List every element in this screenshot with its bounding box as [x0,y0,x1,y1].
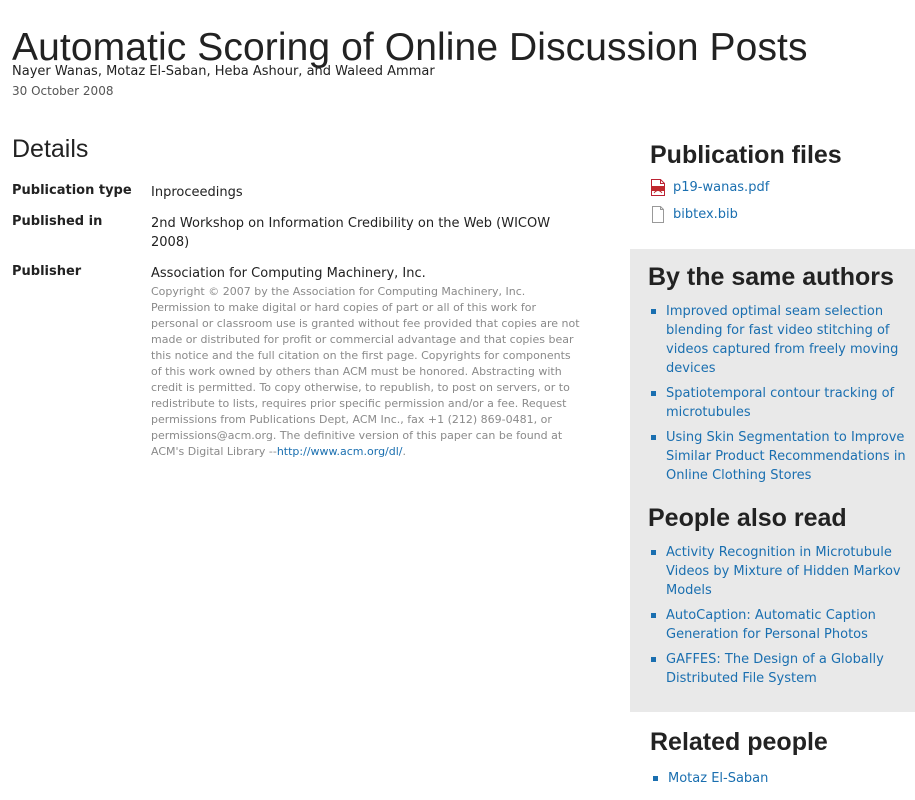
published-in-value: 2nd Workshop on Information Credibility … [151,216,551,250]
publication-files-heading: Publication files [650,141,842,169]
publisher-label: Publisher [12,264,82,279]
same-authors-list: Improved optimal seam selection blending… [648,302,910,485]
list-item[interactable]: Improved optimal seam selection blending… [648,302,910,378]
pdf-file-icon [650,179,666,196]
publication-date: 30 October 2008 [12,84,114,98]
related-people-heading: Related people [650,728,828,756]
list-item[interactable]: Motaz El-Saban [650,769,910,788]
publication-type-value: Inproceedings [151,185,243,200]
people-also-read-heading: People also read [648,504,847,532]
acm-dl-link[interactable]: http://www.acm.org/dl/ [277,445,403,458]
list-item[interactable]: Activity Recognition in Microtubule Vide… [648,543,910,600]
publication-type-label: Publication type [12,183,132,198]
document-file-icon [650,206,666,223]
details-heading: Details [12,135,89,163]
publisher-value-block: Association for Computing Machinery, Inc… [151,264,581,460]
file-item-pdf[interactable]: p19-wanas.pdf [650,178,910,197]
copyright-end: . [402,445,407,458]
list-item[interactable]: GAFFES: The Design of a Globally Distrib… [648,650,910,688]
copyright-text: Copyright © 2007 by the Association for … [151,285,580,458]
authors: Nayer Wanas, Motaz El-Saban, Heba Ashour… [12,64,435,79]
publisher-value: Association for Computing Machinery, Inc… [151,266,426,281]
people-also-read-list: Activity Recognition in Microtubule Vide… [648,543,910,688]
pdf-file-link[interactable]: p19-wanas.pdf [673,180,769,195]
list-item[interactable]: AutoCaption: Automatic Caption Generatio… [648,606,910,644]
sidebar-recommendations: By the same authors Improved optimal sea… [630,249,915,712]
list-item[interactable]: Spatiotemporal contour tracking of micro… [648,384,910,422]
publication-files: Publication files p19-wanas.pdf bibtex.b [650,141,910,224]
copyright-notice: Copyright © 2007 by the Association for … [151,284,581,460]
list-item[interactable]: Using Skin Segmentation to Improve Simil… [648,428,910,485]
same-authors-heading: By the same authors [648,263,894,291]
file-item-bib[interactable]: bibtex.bib [650,205,910,224]
published-in-label: Published in [12,214,103,229]
bib-file-link[interactable]: bibtex.bib [673,207,738,222]
related-people: Related people Motaz El-Saban [650,728,910,794]
related-people-list: Motaz El-Saban [650,769,910,788]
